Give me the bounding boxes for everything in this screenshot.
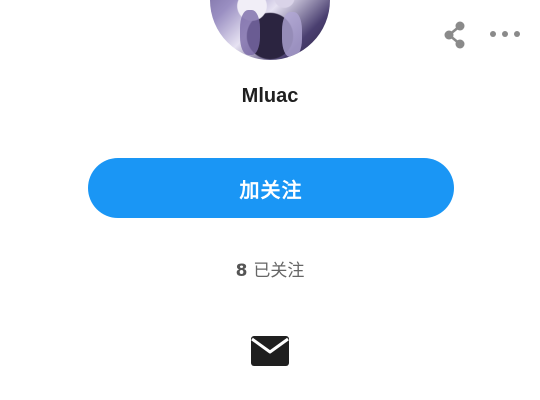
more-button[interactable] (488, 24, 522, 44)
more-dots-icon (490, 31, 520, 37)
following-label: 已关注 (253, 261, 305, 281)
avatar[interactable] (210, 0, 330, 60)
avatar-detail (282, 12, 302, 57)
username: Mluac (241, 85, 299, 107)
follow-button[interactable]: 加关注 (88, 158, 454, 218)
following-count: 8 (235, 261, 248, 281)
share-icon (444, 21, 465, 49)
profile-page: Mluac 加关注 8 已关注 (0, 0, 540, 400)
avatar-detail (240, 10, 260, 55)
share-button[interactable] (440, 20, 470, 50)
envelope-icon (251, 336, 289, 366)
message-button[interactable] (250, 334, 290, 368)
following-stat[interactable]: 8 已关注 (0, 256, 540, 281)
